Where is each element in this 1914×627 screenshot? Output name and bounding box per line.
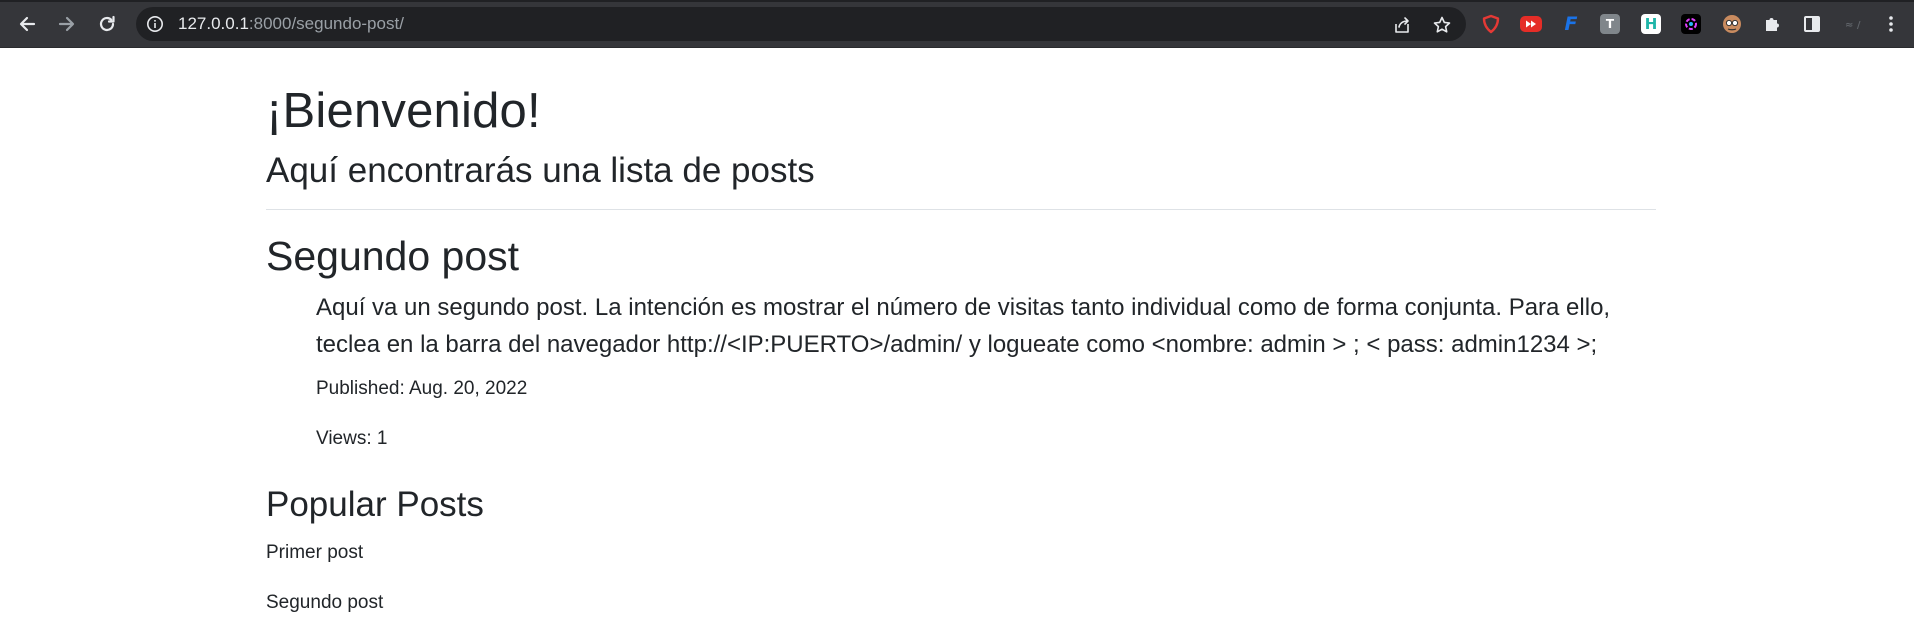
reload-icon xyxy=(99,15,115,32)
url-host: 127.0.0.1 xyxy=(178,14,249,33)
f-extension-button[interactable]: F xyxy=(1560,13,1582,35)
side-panel-icon xyxy=(1804,16,1820,32)
reload-button[interactable] xyxy=(94,11,120,37)
side-panel-button[interactable] xyxy=(1801,13,1823,35)
page-viewport: ¡Bienvenido! Aquí encontrarás una lista … xyxy=(0,48,1914,627)
header-divider xyxy=(266,209,1656,210)
popular-post-link[interactable]: Segundo post xyxy=(266,591,383,615)
post-body: Aquí va un segundo post. La intención es… xyxy=(316,289,1656,449)
post-views-count: Views: 1 xyxy=(316,428,388,449)
youtube-extension-icon xyxy=(1520,16,1542,32)
popular-post-link[interactable]: Primer post xyxy=(266,541,363,565)
welcome-heading: ¡Bienvenido! xyxy=(266,84,541,138)
avatar-extension-button[interactable] xyxy=(1721,13,1743,35)
subtitle-heading: Aquí encontrarás una lista de posts xyxy=(266,151,815,190)
back-button[interactable] xyxy=(14,11,40,37)
t-extension-icon: T xyxy=(1605,17,1615,31)
share-icon xyxy=(1395,17,1409,33)
post-content: Aquí va un segundo post. La intención es… xyxy=(316,294,1611,358)
browser-toolbar: 127.0.0.1:8000/segundo-post/ F T H ≈ / xyxy=(0,0,1914,48)
puzzle-icon xyxy=(1766,18,1779,31)
h-extension-button[interactable]: H xyxy=(1641,14,1661,34)
forward-arrow-icon xyxy=(58,16,75,32)
back-arrow-icon xyxy=(19,16,36,32)
share-button[interactable] xyxy=(1392,15,1412,35)
popular-posts-heading: Popular Posts xyxy=(266,485,484,524)
color-wheel-extension-icon xyxy=(1685,18,1697,30)
shield-extension-button[interactable] xyxy=(1480,13,1502,35)
url-text[interactable]: 127.0.0.1:8000/segundo-post/ xyxy=(178,15,404,33)
h-extension-icon: H xyxy=(1644,15,1658,33)
post-published-date: Published: Aug. 20, 2022 xyxy=(316,378,528,399)
forward-button[interactable] xyxy=(54,11,80,37)
bookmark-button[interactable] xyxy=(1432,15,1452,35)
tab-strip-edge xyxy=(0,0,1914,2)
post-title: Segundo post xyxy=(266,233,520,279)
address-bar[interactable]: 127.0.0.1:8000/segundo-post/ xyxy=(136,7,1466,41)
profile-avatar-icon: ≈ / xyxy=(1845,20,1861,31)
avatar-extension-icon xyxy=(1723,15,1741,33)
color-wheel-extension-button[interactable] xyxy=(1681,14,1701,34)
f-extension-icon: F xyxy=(1564,13,1578,35)
youtube-extension-button[interactable] xyxy=(1520,13,1542,35)
kebab-menu-icon xyxy=(1889,16,1893,32)
shield-extension-icon xyxy=(1482,14,1500,34)
extensions-menu-button[interactable] xyxy=(1761,13,1783,35)
browser-menu-button[interactable] xyxy=(1880,13,1902,35)
star-icon xyxy=(1433,16,1451,33)
t-extension-button[interactable]: T xyxy=(1600,14,1620,34)
profile-button[interactable]: ≈ / xyxy=(1841,13,1867,35)
url-path: :8000/segundo-post/ xyxy=(248,14,404,33)
svg-text:≈ /: ≈ / xyxy=(1845,20,1861,31)
site-info-icon[interactable] xyxy=(146,15,164,33)
